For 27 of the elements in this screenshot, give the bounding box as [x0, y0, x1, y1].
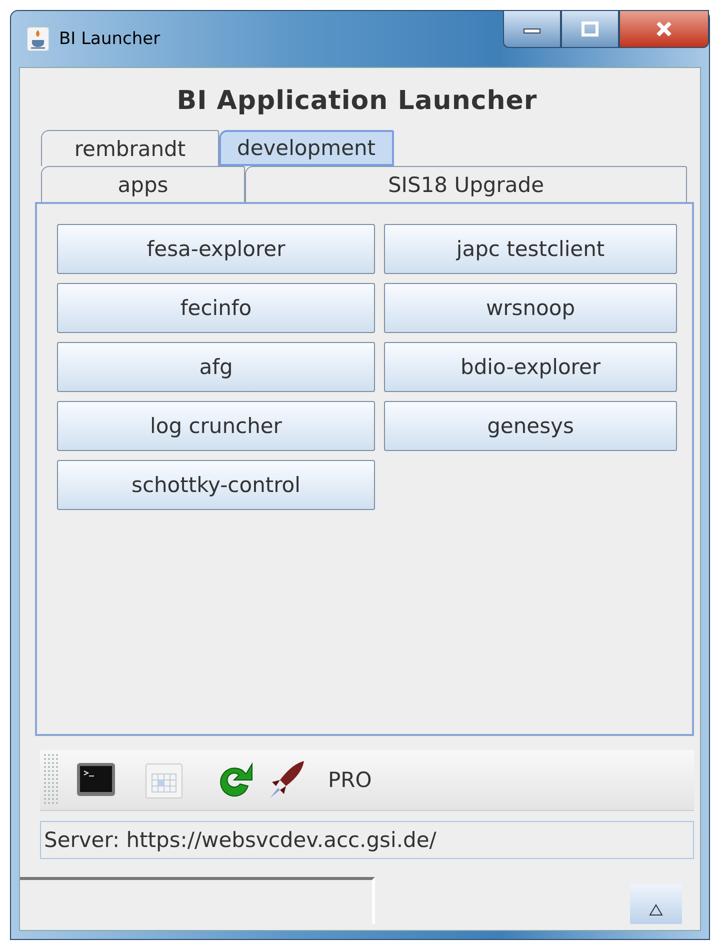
status-field: Server: https://websvcdev.acc.gsi.de/ — [40, 821, 694, 859]
maximize-icon — [581, 21, 599, 37]
tab[interactable]: development — [219, 130, 394, 166]
app-button[interactable]: genesys — [384, 401, 677, 451]
grip-handle[interactable] — [44, 754, 58, 806]
app-button[interactable]: schottky-control — [57, 460, 375, 510]
app-button[interactable]: fesa-explorer — [57, 224, 375, 274]
app-button[interactable]: log cruncher — [57, 401, 375, 451]
input-field[interactable] — [20, 877, 375, 924]
app-button[interactable]: bdio-explorer — [384, 342, 677, 392]
close-button[interactable] — [619, 10, 709, 48]
app-button[interactable]: japc testclient — [384, 224, 677, 274]
toolbar-label: PRO — [328, 768, 372, 792]
triangle-icon — [649, 904, 663, 916]
coffee-cup-icon — [27, 27, 49, 51]
tab[interactable]: apps — [41, 166, 245, 202]
app-button[interactable]: fecinfo — [57, 283, 375, 333]
tab[interactable]: rembrandt — [41, 130, 219, 166]
maximize-button[interactable] — [561, 10, 619, 48]
app-button[interactable]: afg — [57, 342, 375, 392]
minimize-button[interactable] — [503, 10, 561, 48]
terminal-icon[interactable] — [76, 761, 116, 799]
close-icon — [654, 21, 674, 37]
app-button[interactable]: wrsnoop — [384, 283, 677, 333]
window-title: BI Launcher — [59, 29, 160, 49]
app-heading: BI Application Launcher — [176, 85, 538, 118]
tab[interactable]: SIS18 Upgrade — [245, 166, 687, 202]
